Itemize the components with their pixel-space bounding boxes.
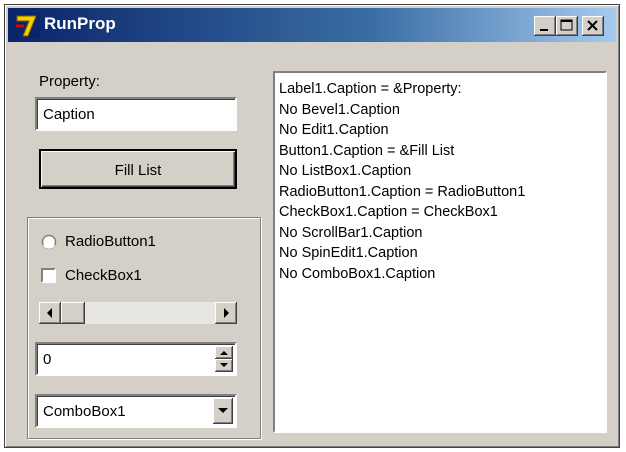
arrow-up-icon (220, 351, 228, 355)
property-label: Property: (39, 73, 100, 90)
spin-edit-value: 0 (43, 351, 52, 368)
list-item[interactable]: Label1.Caption = &Property: (279, 79, 525, 100)
radio-button-label[interactable]: RadioButton1 (65, 233, 156, 250)
combo-dropdown-button[interactable] (213, 398, 233, 424)
spin-down-button[interactable] (215, 359, 233, 372)
horizontal-scrollbar[interactable] (39, 302, 237, 324)
results-list: Label1.Caption = &Property: No Bevel1.Cap… (279, 79, 525, 284)
arrow-down-icon (220, 363, 228, 367)
list-item[interactable]: No Bevel1.Caption (279, 100, 525, 121)
app-icon (14, 12, 40, 38)
close-icon (587, 20, 598, 31)
spin-up-button[interactable] (215, 346, 233, 359)
list-item[interactable]: No ComboBox1.Caption (279, 264, 525, 285)
property-input-value: Caption (43, 106, 95, 123)
close-button[interactable] (582, 16, 604, 36)
spin-edit[interactable]: 0 (35, 342, 237, 376)
list-item[interactable]: RadioButton1.Caption = RadioButton1 (279, 182, 525, 203)
list-item[interactable]: CheckBox1.Caption = CheckBox1 (279, 202, 525, 223)
maximize-button[interactable] (556, 16, 578, 36)
runprop-window: RunProp Property: Caption Fill List Radi… (4, 4, 620, 448)
arrow-right-icon (224, 308, 229, 318)
checkbox[interactable] (41, 268, 56, 283)
fill-list-button-label: Fill List (114, 162, 162, 179)
maximize-icon (560, 19, 573, 31)
list-item[interactable]: Button1.Caption = &Fill List (279, 141, 525, 162)
list-item[interactable]: No SpinEdit1.Caption (279, 243, 525, 264)
chevron-down-icon (218, 408, 228, 413)
checkbox-label[interactable]: CheckBox1 (65, 267, 142, 284)
fill-list-button[interactable]: Fill List (39, 149, 237, 189)
radio-button[interactable] (41, 234, 57, 250)
combo-box-value: ComboBox1 (43, 403, 126, 420)
property-input[interactable]: Caption (35, 97, 237, 131)
combo-box[interactable]: ComboBox1 (35, 394, 237, 428)
list-item[interactable]: No Edit1.Caption (279, 120, 525, 141)
minimize-button[interactable] (534, 16, 556, 36)
scroll-left-button[interactable] (39, 302, 61, 324)
results-listbox[interactable]: Label1.Caption = &Property: No Bevel1.Cap… (273, 71, 607, 433)
window-title: RunProp (44, 14, 116, 33)
scroll-right-button[interactable] (215, 302, 237, 324)
minimize-icon (540, 29, 548, 31)
scroll-thumb[interactable] (61, 302, 85, 324)
list-item[interactable]: No ScrollBar1.Caption (279, 223, 525, 244)
list-item[interactable]: No ListBox1.Caption (279, 161, 525, 182)
title-bar[interactable]: RunProp (8, 8, 616, 42)
arrow-left-icon (47, 308, 52, 318)
